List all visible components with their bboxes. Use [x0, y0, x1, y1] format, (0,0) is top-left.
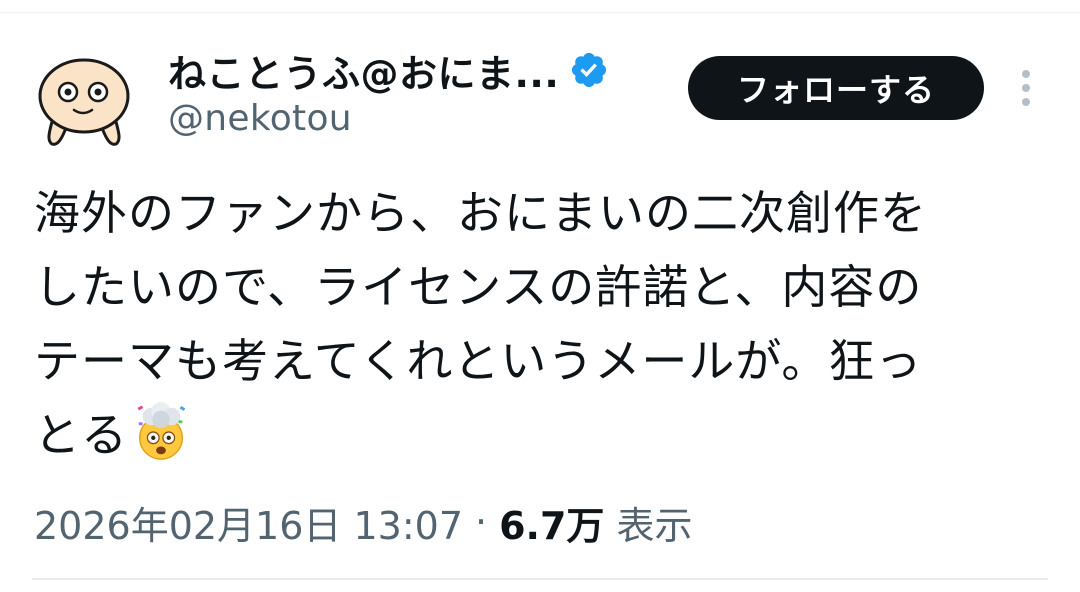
tweet-text-line: 海外のファンから、おにまいの二次創作を	[34, 186, 927, 240]
display-name[interactable]: ねことうふ@おにま...	[168, 43, 559, 98]
exploding-head-icon	[130, 401, 192, 463]
tweet-text: 海外のファンから、おにまいの二次創作を したいので、ライセンスの許諾と、内容の …	[34, 176, 1044, 472]
author-name-row: ねことうふ@おにま...	[168, 42, 609, 98]
verified-badge-icon[interactable]	[569, 50, 609, 90]
tweet-text-fragment: とる	[34, 408, 128, 462]
vertical-dots-icon	[1022, 70, 1030, 106]
view-label: 表示	[616, 503, 693, 548]
tweet-meta-row: 2026年02月16日 13:07 · 6.7万 表示	[34, 492, 692, 552]
tweet-text-line-last: とる	[34, 398, 1044, 472]
author-handle[interactable]: @nekotou	[168, 98, 352, 139]
bottom-divider	[32, 578, 1048, 580]
more-options-button[interactable]	[1008, 62, 1044, 114]
timestamp[interactable]: 2026年02月16日 13:07	[34, 495, 463, 550]
cartoon-character-avatar-icon	[38, 58, 130, 146]
tweet-text-line: テーマも考えてくれというメールが。狂っ	[34, 334, 923, 388]
tweet-text-line: したいので、ライセンスの許諾と、内容の	[34, 260, 923, 314]
top-divider	[0, 12, 1080, 13]
follow-button[interactable]: フォローする	[688, 56, 984, 120]
view-count: 6.7万	[499, 503, 605, 548]
meta-separator: ·	[475, 500, 488, 544]
avatar[interactable]	[32, 48, 136, 152]
